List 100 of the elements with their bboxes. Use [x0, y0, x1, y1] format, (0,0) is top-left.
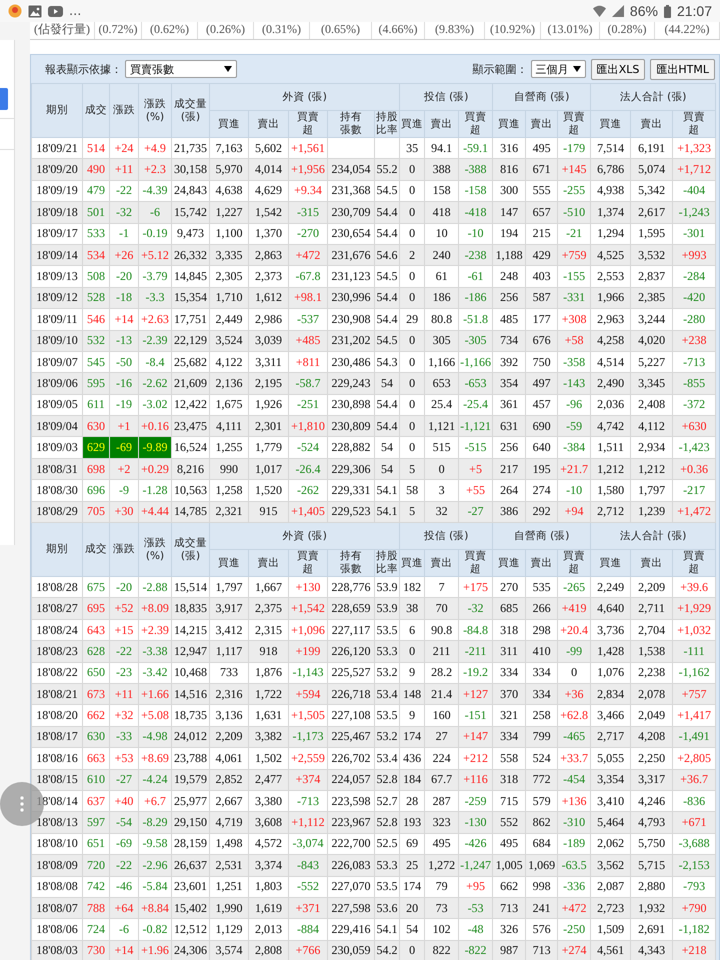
table-cell: +1,929 [672, 598, 716, 620]
table-cell: -855 [672, 372, 716, 394]
table-cell: 227,070 [328, 876, 374, 898]
table-cell: -1,243 [672, 202, 716, 224]
table-cell: 4,061 [210, 748, 248, 770]
table-cell: 730 [82, 940, 110, 960]
ratio-cell: (13.01%) [541, 22, 600, 39]
table-cell: +472 [288, 244, 328, 266]
table-cell: +0.36 [672, 458, 716, 480]
column-header: 持股比率 [376, 111, 398, 137]
table-cell: 3 [424, 480, 459, 502]
table-cell: 52.8 [374, 812, 400, 834]
table-cell: 223,967 [328, 812, 374, 834]
group-header: 自營商 (張) [492, 84, 591, 110]
table-cell: 1,100 [210, 223, 248, 244]
table-cell: -301 [672, 223, 716, 244]
column-header: 持有張數 [340, 550, 362, 576]
table-cell: +30 [110, 501, 138, 523]
table-cell: 1,612 [248, 287, 288, 309]
table-cell: 1,017 [248, 458, 288, 480]
table-cell: 1,932 [630, 897, 673, 919]
ratio-cell: (0.65%) [310, 22, 372, 39]
export-button[interactable]: 匯出XLS [590, 58, 646, 80]
table-cell: 230,908 [328, 308, 374, 330]
table-cell: 226,083 [328, 854, 374, 876]
table-cell: 193 [400, 812, 425, 834]
table-cell: 18'08/08 [32, 876, 82, 898]
table-cell: 256 [492, 287, 526, 309]
table-cell: 2,986 [248, 308, 288, 330]
table-cell: 18'08/03 [32, 940, 82, 960]
table-cell: +2.63 [138, 308, 172, 330]
table-cell: +757 [672, 683, 716, 705]
table-cell: 2,691 [630, 918, 673, 940]
table-cell: 321 [492, 704, 526, 726]
table-cell: 3,317 [630, 769, 673, 790]
table-cell: +127 [458, 683, 493, 705]
table-cell: 698 [82, 458, 110, 480]
export-button[interactable]: 匯出HTML [650, 58, 715, 80]
ratio-cell: (9.83%) [425, 22, 485, 39]
table-cell: -1,423 [672, 436, 716, 458]
table-cell: -111 [672, 640, 716, 662]
table-cell: 2,373 [248, 266, 288, 288]
table-cell: -21 [558, 223, 591, 244]
table-cell: +2.3 [138, 158, 172, 180]
table-cell: +8.84 [138, 897, 172, 919]
table-cell: 174 [400, 726, 425, 748]
table-cell: -280 [672, 308, 716, 330]
table-cell: 0 [400, 372, 425, 394]
table-cell: 1,520 [248, 480, 288, 502]
table-cell: 305 [424, 330, 459, 352]
table-cell: 18,735 [172, 704, 210, 726]
table-cell: 230,996 [328, 287, 374, 309]
table-cell: -67.8 [288, 266, 328, 288]
table-cell: 713 [492, 897, 526, 919]
table-cell: 22,129 [172, 330, 210, 352]
table-cell: 18'08/09 [32, 854, 82, 876]
table-cell: 58 [400, 480, 425, 502]
table-cell: 54.4 [374, 202, 400, 224]
group-header: 外資 (張) [210, 522, 400, 550]
table-cell: 534 [82, 244, 110, 266]
basis-select[interactable]: 買賣張數 [125, 60, 237, 78]
column-header: 買進 [401, 556, 424, 570]
table-cell: 18'08/16 [32, 748, 82, 770]
table-cell: 587 [526, 287, 558, 309]
column-header: 賣出 [530, 118, 553, 130]
table-cell: +14 [110, 940, 138, 960]
table-cell: +95 [458, 876, 493, 898]
table-cell: +1,810 [288, 416, 328, 437]
table-cell: 1,966 [590, 287, 631, 309]
table-cell: 70 [424, 598, 459, 620]
column-header: 期別 [32, 84, 82, 138]
table-cell: 79 [424, 876, 459, 898]
video-icon [48, 6, 63, 16]
column-header: 買進 [218, 556, 240, 570]
range-select[interactable]: 三個月 [530, 60, 586, 78]
table-cell: 1,370 [248, 223, 288, 244]
table-cell: 1,212 [630, 458, 673, 480]
table-cell: 2,316 [210, 683, 248, 705]
table-cell: -284 [672, 266, 716, 288]
table-cell: +485 [288, 330, 328, 352]
table-cell: 2 [400, 244, 425, 266]
table-cell: 1,121 [424, 416, 459, 437]
table-cell: -58.7 [288, 372, 328, 394]
table-cell: +218 [672, 940, 716, 960]
table-cell: 323 [424, 812, 459, 834]
column-header: 買進 [401, 118, 424, 130]
table-cell: -238 [458, 244, 493, 266]
table-cell: 18'08/17 [32, 726, 82, 748]
table-cell: 650 [82, 662, 110, 684]
table-cell: 225,527 [328, 662, 374, 684]
table-cell: -33 [110, 726, 138, 748]
table-cell: 734 [492, 330, 526, 352]
table-cell: 3,382 [248, 726, 288, 748]
table-cell: +98.1 [288, 287, 328, 309]
table-cell: 546 [82, 308, 110, 330]
table-cell: -22 [110, 640, 138, 662]
table-cell: 524 [526, 748, 558, 770]
table-cell: -54 [110, 812, 138, 834]
table-cell: 54 [374, 372, 400, 394]
table-cell: -1,143 [288, 662, 328, 684]
